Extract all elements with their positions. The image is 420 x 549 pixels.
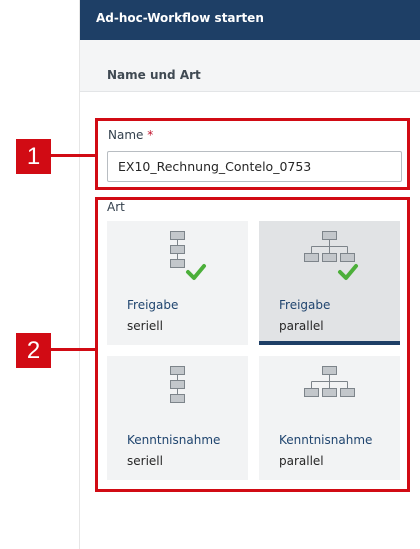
annotation-box-name: [95, 118, 410, 190]
callout-1: 1: [16, 139, 51, 174]
callout-2: 2: [16, 333, 51, 368]
left-pane: [0, 0, 80, 549]
annotation-box-art: [95, 197, 410, 492]
annotation-connector-1: [50, 154, 96, 157]
section-header: Name und Art: [80, 40, 420, 92]
annotation-connector-2: [50, 348, 96, 351]
section-title: Name und Art: [107, 68, 201, 82]
panel-title: Ad-hoc-Workflow starten: [96, 11, 264, 25]
panel-header: Ad-hoc-Workflow starten: [80, 0, 420, 40]
